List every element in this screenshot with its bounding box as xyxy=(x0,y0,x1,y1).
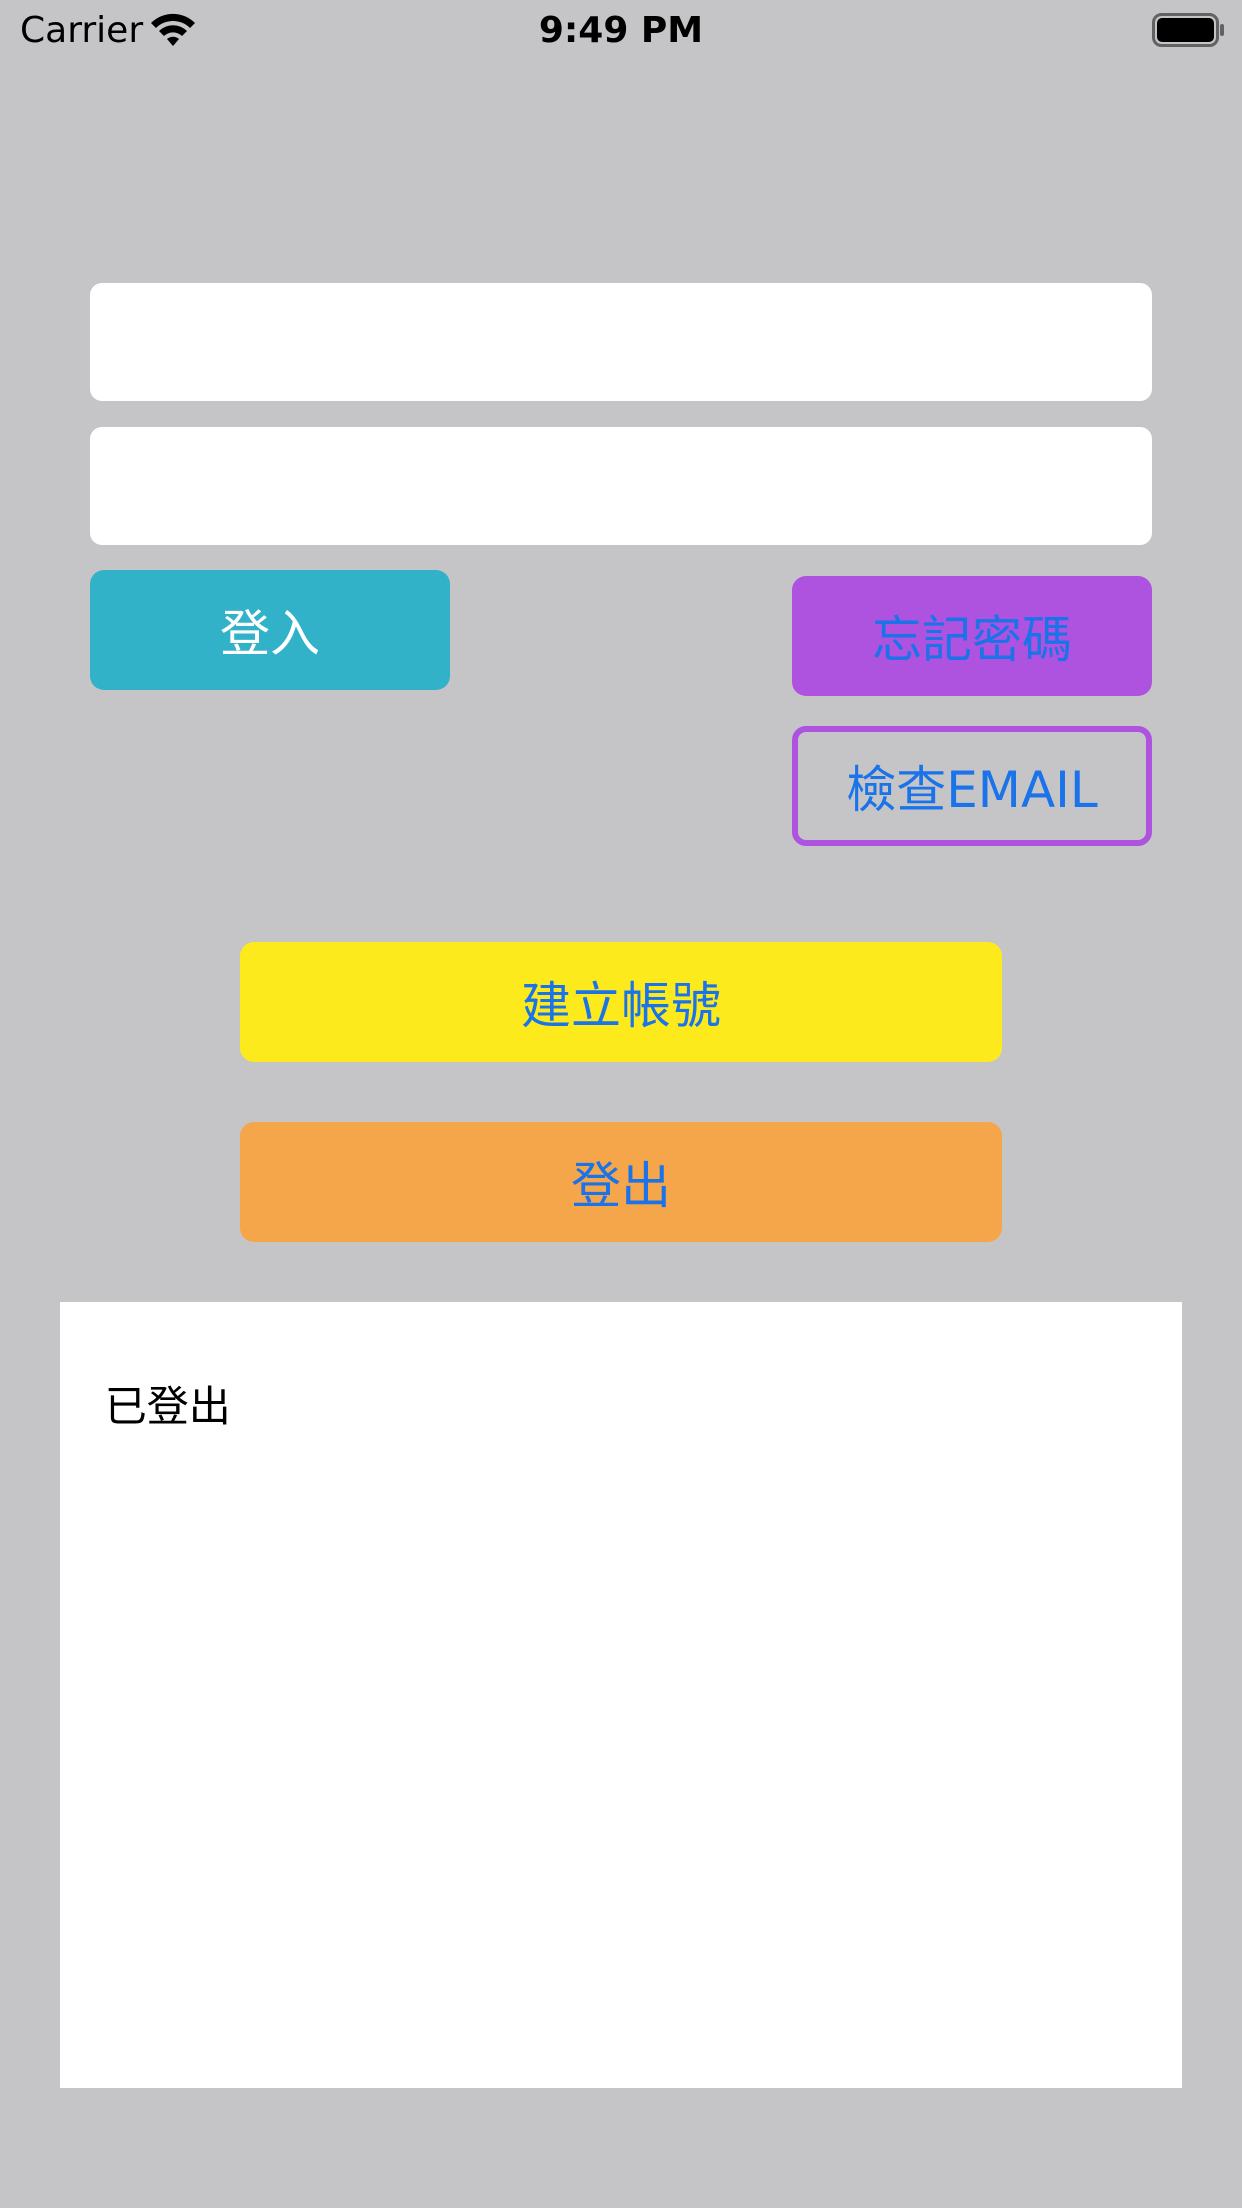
password-field[interactable] xyxy=(90,427,1152,545)
status-log-text: 已登出 xyxy=(104,1382,231,1431)
email-field[interactable] xyxy=(90,283,1152,401)
logout-button-label: 登出 xyxy=(571,1157,671,1215)
create-account-button-label: 建立帳號 xyxy=(521,977,721,1035)
login-button[interactable]: 登入 xyxy=(90,570,450,690)
status-log[interactable]: 已登出 xyxy=(60,1302,1182,2088)
create-account-button[interactable]: 建立帳號 xyxy=(240,942,1002,1062)
check-email-button-label: 檢查EMAIL xyxy=(846,761,1098,819)
status-bar: Carrier 9:49 PM xyxy=(0,0,1242,62)
check-email-button[interactable]: 檢查EMAIL xyxy=(792,726,1152,846)
clock: 9:49 PM xyxy=(538,10,704,51)
forgot-password-button[interactable]: 忘記密碼 xyxy=(792,576,1152,696)
logout-button[interactable]: 登出 xyxy=(240,1122,1002,1242)
forgot-password-button-label: 忘記密碼 xyxy=(872,611,1072,669)
login-button-label: 登入 xyxy=(220,605,320,663)
battery-icon xyxy=(1152,13,1224,47)
